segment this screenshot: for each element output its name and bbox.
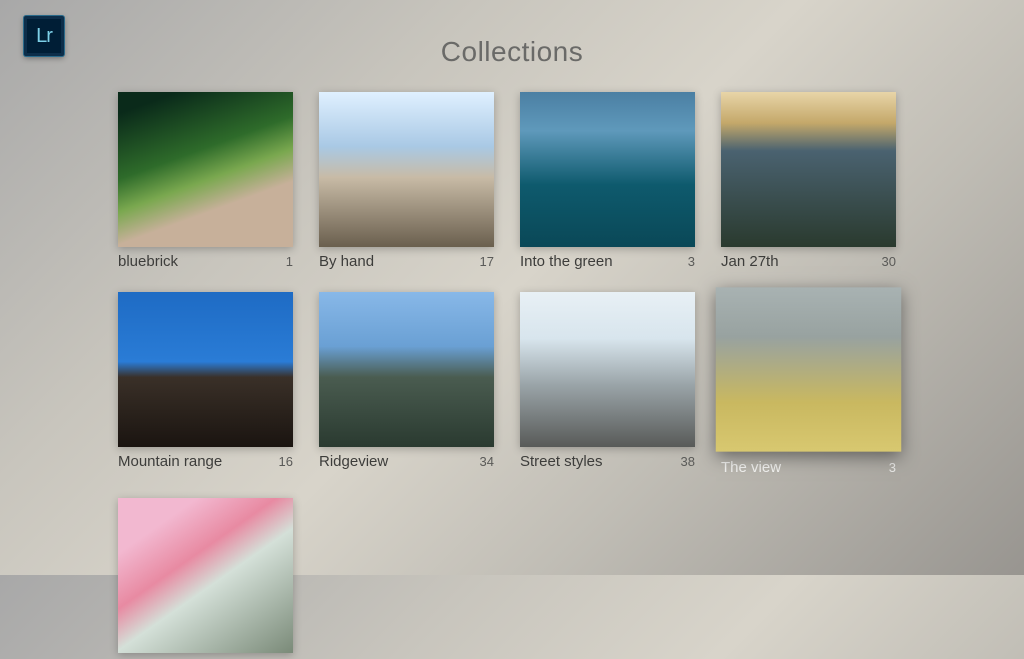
collection-label: Street styles	[520, 453, 603, 470]
collection-thumbnail	[716, 287, 902, 451]
app-logo: Lr	[24, 16, 64, 56]
collection-card[interactable]	[118, 498, 293, 659]
collection-meta: Street styles 38	[520, 447, 695, 470]
collection-count: 1	[286, 254, 293, 269]
collection-card[interactable]: Into the green 3	[520, 92, 695, 270]
collection-meta: Into the green 3	[520, 247, 695, 270]
collection-label: bluebrick	[118, 253, 178, 270]
collection-count: 30	[882, 254, 896, 269]
app-logo-text: Lr	[36, 25, 52, 48]
collection-thumbnail	[118, 292, 293, 447]
collection-count: 38	[681, 454, 695, 469]
collection-meta: bluebrick 1	[118, 247, 293, 270]
collection-label: Into the green	[520, 253, 613, 270]
collection-card[interactable]: The view 3	[721, 292, 896, 476]
collection-thumbnail	[520, 292, 695, 447]
collection-card[interactable]: By hand 17	[319, 92, 494, 270]
collection-meta: Jan 27th 30	[721, 247, 896, 270]
collection-thumbnail	[520, 92, 695, 247]
collection-count: 34	[480, 454, 494, 469]
collection-label: Mountain range	[118, 453, 222, 470]
collection-count: 3	[688, 254, 695, 269]
collection-meta	[118, 653, 293, 659]
collection-meta: Mountain range 16	[118, 447, 293, 470]
collection-label: Ridgeview	[319, 453, 388, 470]
collection-thumbnail	[721, 92, 896, 247]
collection-meta: Ridgeview 34	[319, 447, 494, 470]
collection-card[interactable]: bluebrick 1	[118, 92, 293, 270]
collection-card[interactable]: Mountain range 16	[118, 292, 293, 476]
collection-card[interactable]: Street styles 38	[520, 292, 695, 476]
collection-label: The view	[721, 459, 781, 476]
collections-grid: bluebrick 1 By hand 17 Into the green 3 …	[118, 92, 896, 659]
collection-card[interactable]: Jan 27th 30	[721, 92, 896, 270]
collection-label: By hand	[319, 253, 374, 270]
collection-label: Jan 27th	[721, 253, 779, 270]
collection-meta: By hand 17	[319, 247, 494, 270]
collection-thumbnail	[118, 498, 293, 653]
page-title: Collections	[441, 36, 583, 68]
collection-count: 17	[480, 254, 494, 269]
collection-count: 16	[279, 454, 293, 469]
collection-thumbnail	[319, 92, 494, 247]
collection-card[interactable]: Ridgeview 34	[319, 292, 494, 476]
collection-thumbnail	[319, 292, 494, 447]
collection-count: 3	[889, 460, 896, 475]
collection-thumbnail	[118, 92, 293, 247]
